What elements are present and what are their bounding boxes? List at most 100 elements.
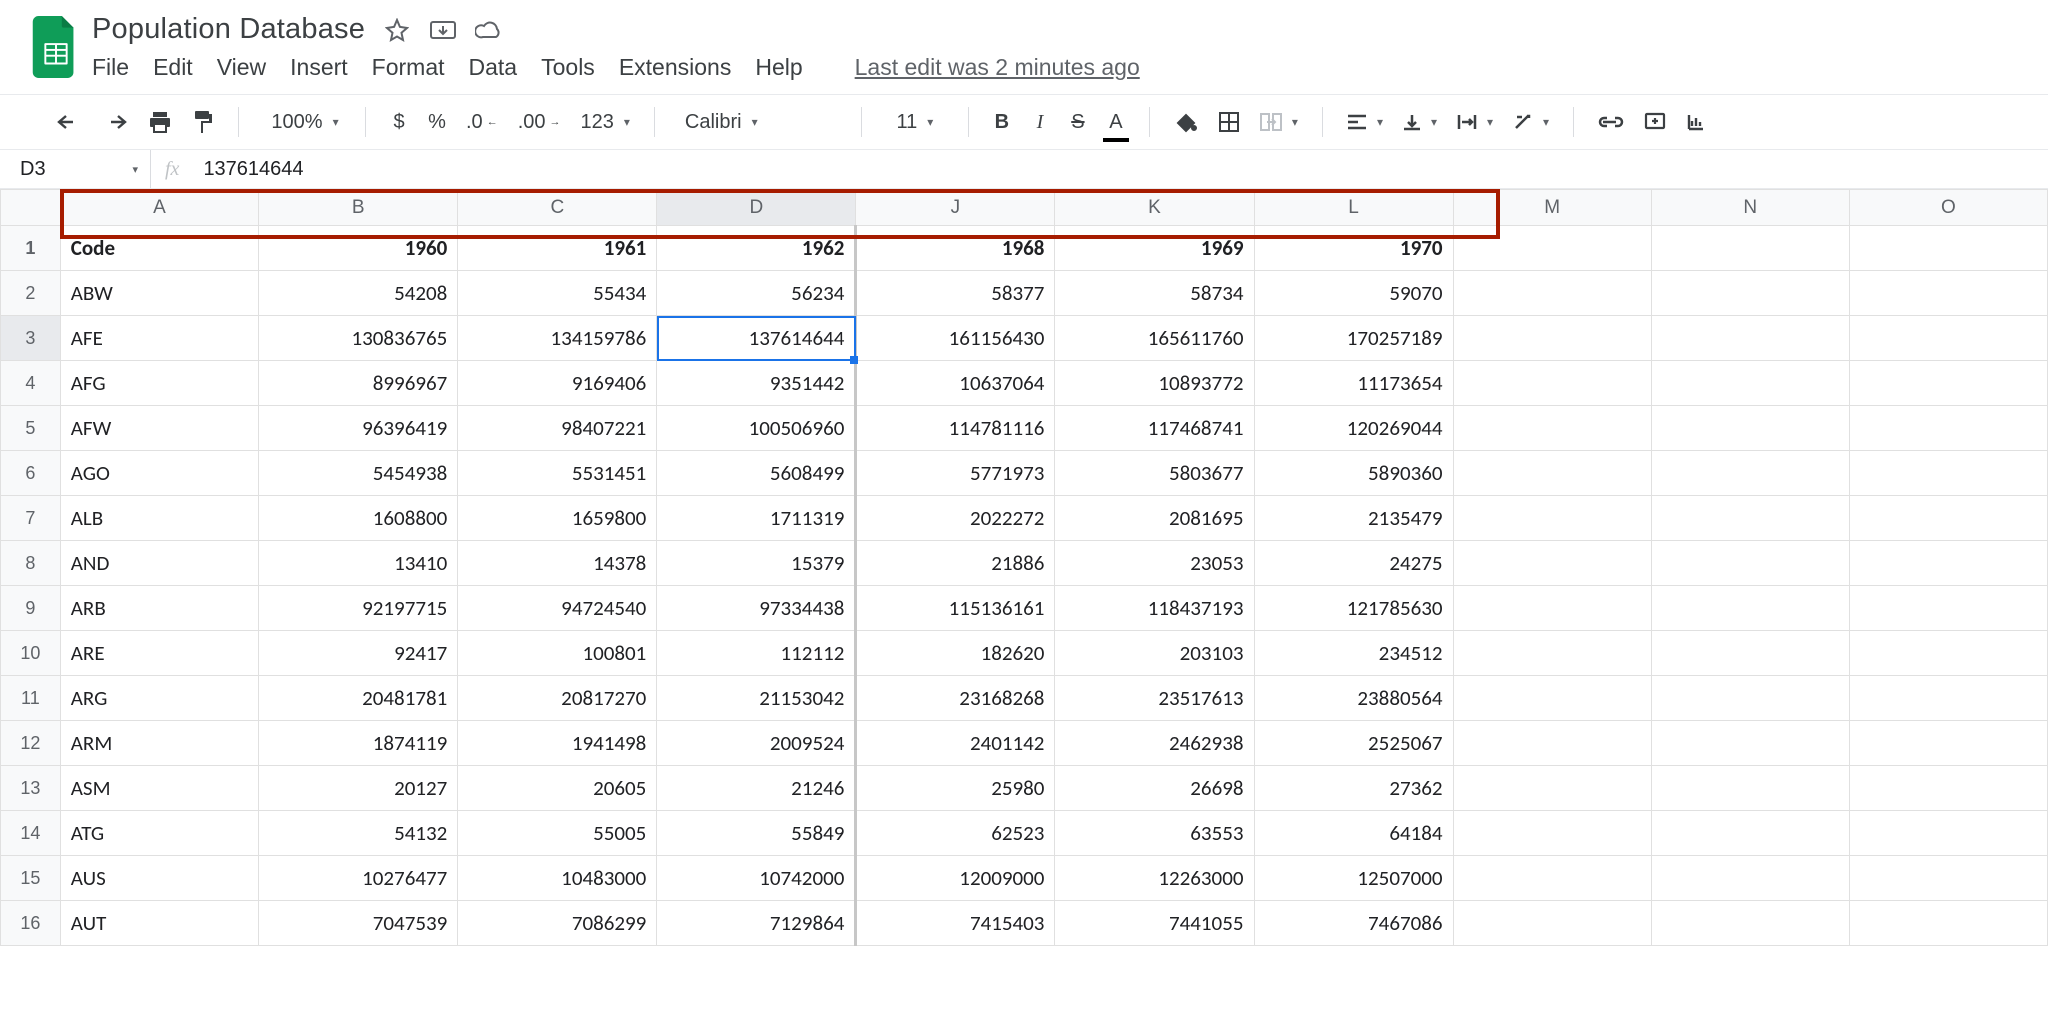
- cell[interactable]: [1651, 271, 1849, 316]
- cell[interactable]: 15379: [657, 541, 856, 586]
- cell[interactable]: 7415403: [856, 901, 1055, 946]
- row-header[interactable]: 12: [1, 721, 61, 766]
- strike-button[interactable]: S: [1063, 105, 1093, 139]
- cell[interactable]: 20605: [458, 766, 657, 811]
- cell[interactable]: 1961: [458, 226, 657, 271]
- cell[interactable]: 5454938: [259, 451, 458, 496]
- v-align-button[interactable]: [1397, 105, 1443, 139]
- cell[interactable]: [1453, 766, 1651, 811]
- cell[interactable]: [1453, 676, 1651, 721]
- row-header[interactable]: 16: [1, 901, 61, 946]
- cell[interactable]: 134159786: [458, 316, 657, 361]
- cell[interactable]: 112112: [657, 631, 856, 676]
- cell[interactable]: 203103: [1055, 631, 1254, 676]
- cell[interactable]: 62523: [856, 811, 1055, 856]
- cell[interactable]: 2525067: [1254, 721, 1453, 766]
- menu-tools[interactable]: Tools: [541, 54, 595, 81]
- cell[interactable]: 13410: [259, 541, 458, 586]
- cell[interactable]: [1849, 451, 2047, 496]
- cell[interactable]: [1849, 856, 2047, 901]
- h-align-button[interactable]: [1341, 105, 1389, 139]
- cell[interactable]: [1453, 586, 1651, 631]
- cell[interactable]: 23168268: [856, 676, 1055, 721]
- cell[interactable]: [1651, 406, 1849, 451]
- increase-decimal-button[interactable]: .00→: [512, 105, 567, 139]
- cell[interactable]: 1970: [1254, 226, 1453, 271]
- cell[interactable]: 23053: [1055, 541, 1254, 586]
- rotate-button[interactable]: [1507, 105, 1555, 139]
- cell[interactable]: [1651, 766, 1849, 811]
- cell[interactable]: 7047539: [259, 901, 458, 946]
- cell[interactable]: [1849, 766, 2047, 811]
- cell[interactable]: [1849, 721, 2047, 766]
- cell[interactable]: 7086299: [458, 901, 657, 946]
- cell[interactable]: [1453, 316, 1651, 361]
- cell[interactable]: [1651, 676, 1849, 721]
- cell[interactable]: [1651, 811, 1849, 856]
- cell[interactable]: ARB: [60, 586, 258, 631]
- cell[interactable]: 2022272: [856, 496, 1055, 541]
- more-formats-button[interactable]: 123: [575, 105, 636, 139]
- formula-bar[interactable]: 137614644: [193, 158, 303, 181]
- row-header[interactable]: 14: [1, 811, 61, 856]
- cell[interactable]: 58377: [856, 271, 1055, 316]
- cell[interactable]: 92417: [259, 631, 458, 676]
- cell[interactable]: [1849, 316, 2047, 361]
- cell[interactable]: AFE: [60, 316, 258, 361]
- cell[interactable]: 64184: [1254, 811, 1453, 856]
- percent-button[interactable]: %: [422, 105, 452, 139]
- cell[interactable]: 161156430: [856, 316, 1055, 361]
- col-header-B[interactable]: B: [259, 190, 458, 226]
- cell[interactable]: 94724540: [458, 586, 657, 631]
- cell[interactable]: AUS: [60, 856, 258, 901]
- cell[interactable]: 63553: [1055, 811, 1254, 856]
- cell[interactable]: [1453, 811, 1651, 856]
- cell[interactable]: 25980: [856, 766, 1055, 811]
- cloud-status-icon[interactable]: [475, 16, 503, 44]
- row-header[interactable]: 7: [1, 496, 61, 541]
- row-header[interactable]: 10: [1, 631, 61, 676]
- col-header-D[interactable]: D: [657, 190, 856, 226]
- cell[interactable]: 1608800: [259, 496, 458, 541]
- cell[interactable]: AFW: [60, 406, 258, 451]
- cell[interactable]: 114781116: [856, 406, 1055, 451]
- cell[interactable]: 92197715: [259, 586, 458, 631]
- cell[interactable]: 234512: [1254, 631, 1453, 676]
- col-header-C[interactable]: C: [458, 190, 657, 226]
- spreadsheet-grid[interactable]: ABCDJKLMNO 1Code196019611962196819691970…: [0, 189, 2048, 946]
- cell[interactable]: 9351442: [657, 361, 856, 406]
- cell[interactable]: ARE: [60, 631, 258, 676]
- cell[interactable]: 2081695: [1055, 496, 1254, 541]
- italic-button[interactable]: I: [1025, 105, 1055, 139]
- cell[interactable]: 55849: [657, 811, 856, 856]
- cell[interactable]: [1453, 451, 1651, 496]
- paint-format-button[interactable]: [186, 105, 220, 139]
- cell[interactable]: 100506960: [657, 406, 856, 451]
- cell[interactable]: 1711319: [657, 496, 856, 541]
- cell[interactable]: 7441055: [1055, 901, 1254, 946]
- menu-data[interactable]: Data: [469, 54, 518, 81]
- font-select[interactable]: Calibri: [673, 105, 843, 139]
- col-header-N[interactable]: N: [1651, 190, 1849, 226]
- decrease-decimal-button[interactable]: .0←: [460, 105, 504, 139]
- cell[interactable]: [1849, 541, 2047, 586]
- borders-button[interactable]: [1212, 105, 1246, 139]
- cell[interactable]: 5771973: [856, 451, 1055, 496]
- link-button[interactable]: [1592, 105, 1630, 139]
- cell[interactable]: 56234: [657, 271, 856, 316]
- name-box[interactable]: D3: [0, 158, 150, 181]
- star-icon[interactable]: [383, 16, 411, 44]
- cell[interactable]: [1453, 496, 1651, 541]
- select-all-corner[interactable]: [1, 190, 61, 226]
- cell[interactable]: 115136161: [856, 586, 1055, 631]
- cell[interactable]: 10276477: [259, 856, 458, 901]
- cell[interactable]: 5803677: [1055, 451, 1254, 496]
- cell[interactable]: 2135479: [1254, 496, 1453, 541]
- cell[interactable]: 12507000: [1254, 856, 1453, 901]
- cell[interactable]: 100801: [458, 631, 657, 676]
- cell[interactable]: [1849, 361, 2047, 406]
- row-header[interactable]: 11: [1, 676, 61, 721]
- cell[interactable]: [1453, 541, 1651, 586]
- cell[interactable]: [1849, 811, 2047, 856]
- cell[interactable]: [1453, 226, 1651, 271]
